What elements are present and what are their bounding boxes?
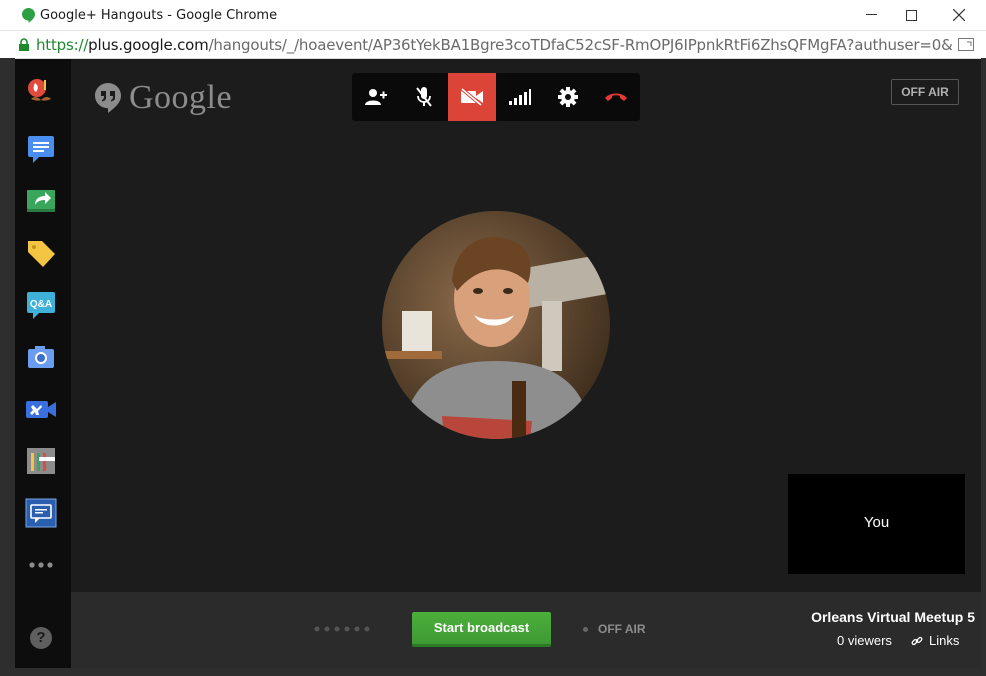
hang-up-button[interactable]	[592, 73, 640, 121]
start-broadcast-button[interactable]: Start broadcast	[412, 612, 551, 647]
off-air-badge[interactable]: OFF AIR	[891, 79, 959, 105]
invite-people-button[interactable]	[352, 73, 400, 121]
progress-dots-icon	[314, 626, 370, 632]
svg-text:Q&A: Q&A	[30, 299, 52, 310]
address-bar[interactable]: https://plus.google.com/hangouts/_/hoaev…	[0, 31, 986, 59]
help-button[interactable]: ?	[30, 627, 52, 649]
google-logo: Google	[95, 79, 233, 116]
secure-lock-icon	[19, 38, 29, 51]
url-scheme: https://	[36, 36, 89, 54]
hangout-toolbox-icon[interactable]	[25, 77, 57, 109]
url-path: /hangouts/_/hoaevent/AP36tYekBA1Bgre3coT…	[208, 36, 954, 54]
url-host: plus.google.com	[88, 36, 209, 54]
maximize-button[interactable]	[888, 0, 934, 30]
mixer-icon[interactable]	[25, 445, 57, 477]
chrome-window: Google+ Hangouts - Google Chrome https:/…	[0, 0, 986, 676]
link-icon	[911, 636, 923, 645]
minimize-icon	[865, 14, 877, 15]
screenshare-icon[interactable]	[25, 185, 57, 217]
broadcast-bar: Start broadcast OFF AIR Orleans Virtual …	[71, 592, 981, 668]
event-title: Orleans Virtual Meetup 5	[811, 609, 975, 625]
tag-icon[interactable]	[25, 237, 57, 269]
hangouts-favicon-icon	[22, 8, 35, 23]
q-and-a-icon[interactable]: Q&A	[25, 289, 57, 321]
more-apps-icon[interactable]	[27, 559, 55, 571]
call-toolbar	[352, 73, 640, 121]
url-text[interactable]: https://plus.google.com/hangouts/_/hoaev…	[36, 36, 954, 54]
page-action-icon[interactable]	[958, 38, 974, 51]
mute-mic-button[interactable]	[400, 73, 448, 121]
hangouts-logo-icon	[95, 83, 121, 113]
title-bar: Google+ Hangouts - Google Chrome	[0, 0, 986, 31]
links-label: Links	[929, 633, 960, 648]
window-title: Google+ Hangouts - Google Chrome	[40, 8, 278, 23]
bandwidth-icon	[509, 89, 531, 105]
settings-button[interactable]	[544, 73, 592, 121]
camera-off-button[interactable]	[448, 73, 496, 121]
participant-avatar	[382, 211, 610, 439]
chat-icon[interactable]	[25, 133, 57, 165]
hangout-app: Q&A ? Google OFF AIR You Start broadcast…	[15, 59, 981, 668]
self-view-label: You	[863, 514, 890, 531]
self-view-tile[interactable]: You	[788, 474, 965, 574]
logo-text: Google	[129, 79, 233, 116]
background-edge	[15, 668, 981, 676]
broadcast-status: OFF AIR	[598, 622, 646, 636]
close-button[interactable]	[936, 0, 982, 30]
hang-up-icon	[605, 93, 627, 101]
mute-mic-icon	[416, 87, 432, 107]
background-edge	[0, 58, 15, 676]
background-edge	[981, 58, 986, 676]
viewer-count: 0 viewers	[837, 633, 892, 648]
settings-icon	[558, 87, 578, 107]
camera-icon[interactable]	[25, 341, 57, 373]
invite-people-icon	[365, 89, 387, 105]
maximize-icon	[905, 9, 917, 21]
bandwidth-button[interactable]	[496, 73, 544, 121]
close-icon	[953, 9, 965, 21]
showcase-icon[interactable]	[25, 497, 57, 529]
status-dot	[583, 627, 588, 632]
control-room-icon[interactable]	[25, 393, 57, 425]
apps-sidebar: Q&A ?	[15, 59, 71, 668]
camera-off-icon	[460, 88, 483, 106]
links-button[interactable]: Links	[911, 633, 959, 648]
